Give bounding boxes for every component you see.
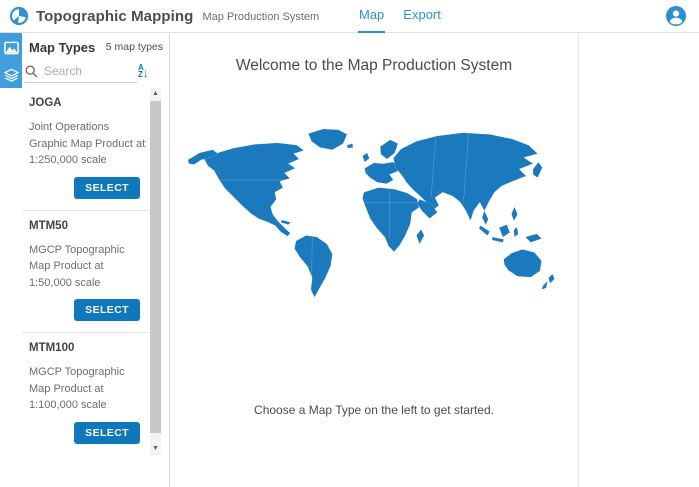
tab-export[interactable]: Export — [402, 0, 442, 33]
map-types-panel: Map Types 5 map types AZ ↓ JOGA Joint Op… — [22, 33, 170, 487]
app-title: Topographic Mapping — [36, 8, 193, 25]
map-type-card: MTM50 MGCP Topographic Map Product at 1:… — [22, 210, 149, 322]
map-type-card: JOGA Joint Operations Graphic Map Produc… — [22, 88, 169, 199]
map-type-card: TM50 Topographic Map Product at 1:50,000… — [22, 455, 149, 456]
sort-down-arrow-icon: ↓ — [143, 63, 149, 80]
main-content: Welcome to the Map Production System — [170, 33, 579, 487]
map-type-description: MGCP Topographic Map Product at 1:100,00… — [29, 364, 147, 414]
search-input[interactable] — [42, 63, 126, 79]
app-subtitle: Map Production System — [202, 9, 319, 23]
account-button[interactable] — [666, 6, 686, 26]
map-widget-icon — [4, 41, 19, 55]
app-window: Topographic Mapping Map Production Syste… — [0, 0, 699, 487]
main-nav: Map Export — [358, 0, 442, 33]
layers-widget-button[interactable] — [0, 62, 22, 88]
select-button-row: SELECT — [29, 299, 140, 321]
sort-button[interactable]: AZ ↓ — [138, 60, 158, 82]
welcome-heading: Welcome to the Map Production System — [170, 57, 578, 75]
map-type-description: Joint Operations Graphic Map Product at … — [29, 119, 147, 169]
map-type-card: MTM100 MGCP Topographic Map Product at 1… — [22, 332, 149, 444]
panel-title-row: Map Types 5 map types — [29, 39, 163, 55]
select-button[interactable]: SELECT — [74, 299, 140, 321]
scrollbar-down-arrow[interactable]: ▼ — [150, 443, 161, 455]
globe-logo-icon — [9, 6, 29, 26]
sidebar-scrollbar[interactable]: ▲ ▼ — [150, 88, 161, 455]
brand: Topographic Mapping Map Production Syste… — [9, 0, 319, 32]
search-icon — [25, 65, 38, 78]
widget-rail — [0, 33, 22, 487]
map-type-count: 5 map types — [106, 41, 163, 53]
map-type-list: JOGA Joint Operations Graphic Map Produc… — [22, 88, 169, 455]
world-map-image — [181, 109, 567, 311]
app-header: Topographic Mapping Map Production Syste… — [0, 0, 699, 33]
layers-widget-icon — [4, 68, 19, 82]
tab-map[interactable]: Map — [358, 0, 385, 33]
panel-title: Map Types — [29, 40, 95, 55]
map-type-name: MTM50 — [29, 211, 145, 232]
search-box — [25, 60, 137, 83]
user-account-icon — [666, 6, 686, 26]
map-type-description: MGCP Topographic Map Product at 1:50,000… — [29, 242, 147, 292]
select-button[interactable]: SELECT — [74, 422, 140, 444]
scrollbar-up-arrow[interactable]: ▲ — [150, 88, 161, 100]
scrollbar-thumb[interactable] — [150, 101, 161, 433]
map-widget-button[interactable] — [0, 35, 22, 61]
select-button[interactable]: SELECT — [74, 177, 140, 199]
map-type-name: MTM100 — [29, 333, 145, 354]
select-button-row: SELECT — [29, 177, 140, 199]
select-button-row: SELECT — [29, 422, 140, 444]
map-type-name: JOGA — [29, 88, 145, 109]
instruction-text: Choose a Map Type on the left to get sta… — [170, 403, 578, 417]
